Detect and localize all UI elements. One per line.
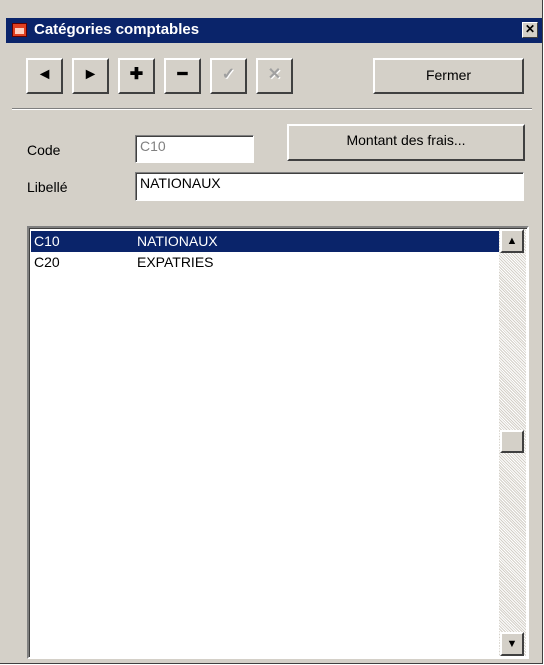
libelle-label: Libellé xyxy=(27,179,68,195)
code-field[interactable]: C10 xyxy=(135,135,254,163)
list-item-libelle: NATIONAUX xyxy=(137,233,218,249)
delete-record-button[interactable]: ━ xyxy=(164,58,201,94)
list-item-code: C10 xyxy=(34,233,60,249)
previous-record-button[interactable]: ◄ xyxy=(26,58,63,94)
window-title: Catégories comptables xyxy=(34,21,200,38)
list-item-code: C20 xyxy=(34,254,60,270)
scrollbar-thumb[interactable] xyxy=(500,430,524,453)
add-record-button[interactable]: ✚ xyxy=(118,58,155,94)
app-icon xyxy=(12,23,27,37)
libelle-field[interactable]: NATIONAUX xyxy=(135,172,524,201)
scroll-down-button[interactable]: ▼ xyxy=(500,632,524,656)
code-label: Code xyxy=(27,142,61,158)
cancel-button[interactable]: ✕ xyxy=(256,58,293,94)
list-item[interactable]: C20 EXPATRIES xyxy=(31,252,499,273)
montant-des-frais-button[interactable]: Montant des frais... xyxy=(287,124,525,161)
vertical-scrollbar[interactable]: ▲ ▼ xyxy=(499,229,526,656)
categories-list[interactable]: C10 NATIONAUX C20 EXPATRIES ▲ ▼ xyxy=(27,226,529,659)
toolbar-separator xyxy=(12,108,532,110)
list-item[interactable]: C10 NATIONAUX xyxy=(31,231,499,252)
next-record-button[interactable]: ► xyxy=(72,58,109,94)
scroll-up-button[interactable]: ▲ xyxy=(500,229,524,253)
categories-window: Catégories comptables ✕ ◄ ► ✚ ━ ✓ ✕ Ferm… xyxy=(0,0,543,664)
title-bar[interactable]: Catégories comptables ✕ xyxy=(6,18,542,43)
validate-button[interactable]: ✓ xyxy=(210,58,247,94)
close-button[interactable]: ✕ xyxy=(522,22,538,38)
list-item-libelle: EXPATRIES xyxy=(137,254,214,270)
fermer-button[interactable]: Fermer xyxy=(373,58,524,94)
